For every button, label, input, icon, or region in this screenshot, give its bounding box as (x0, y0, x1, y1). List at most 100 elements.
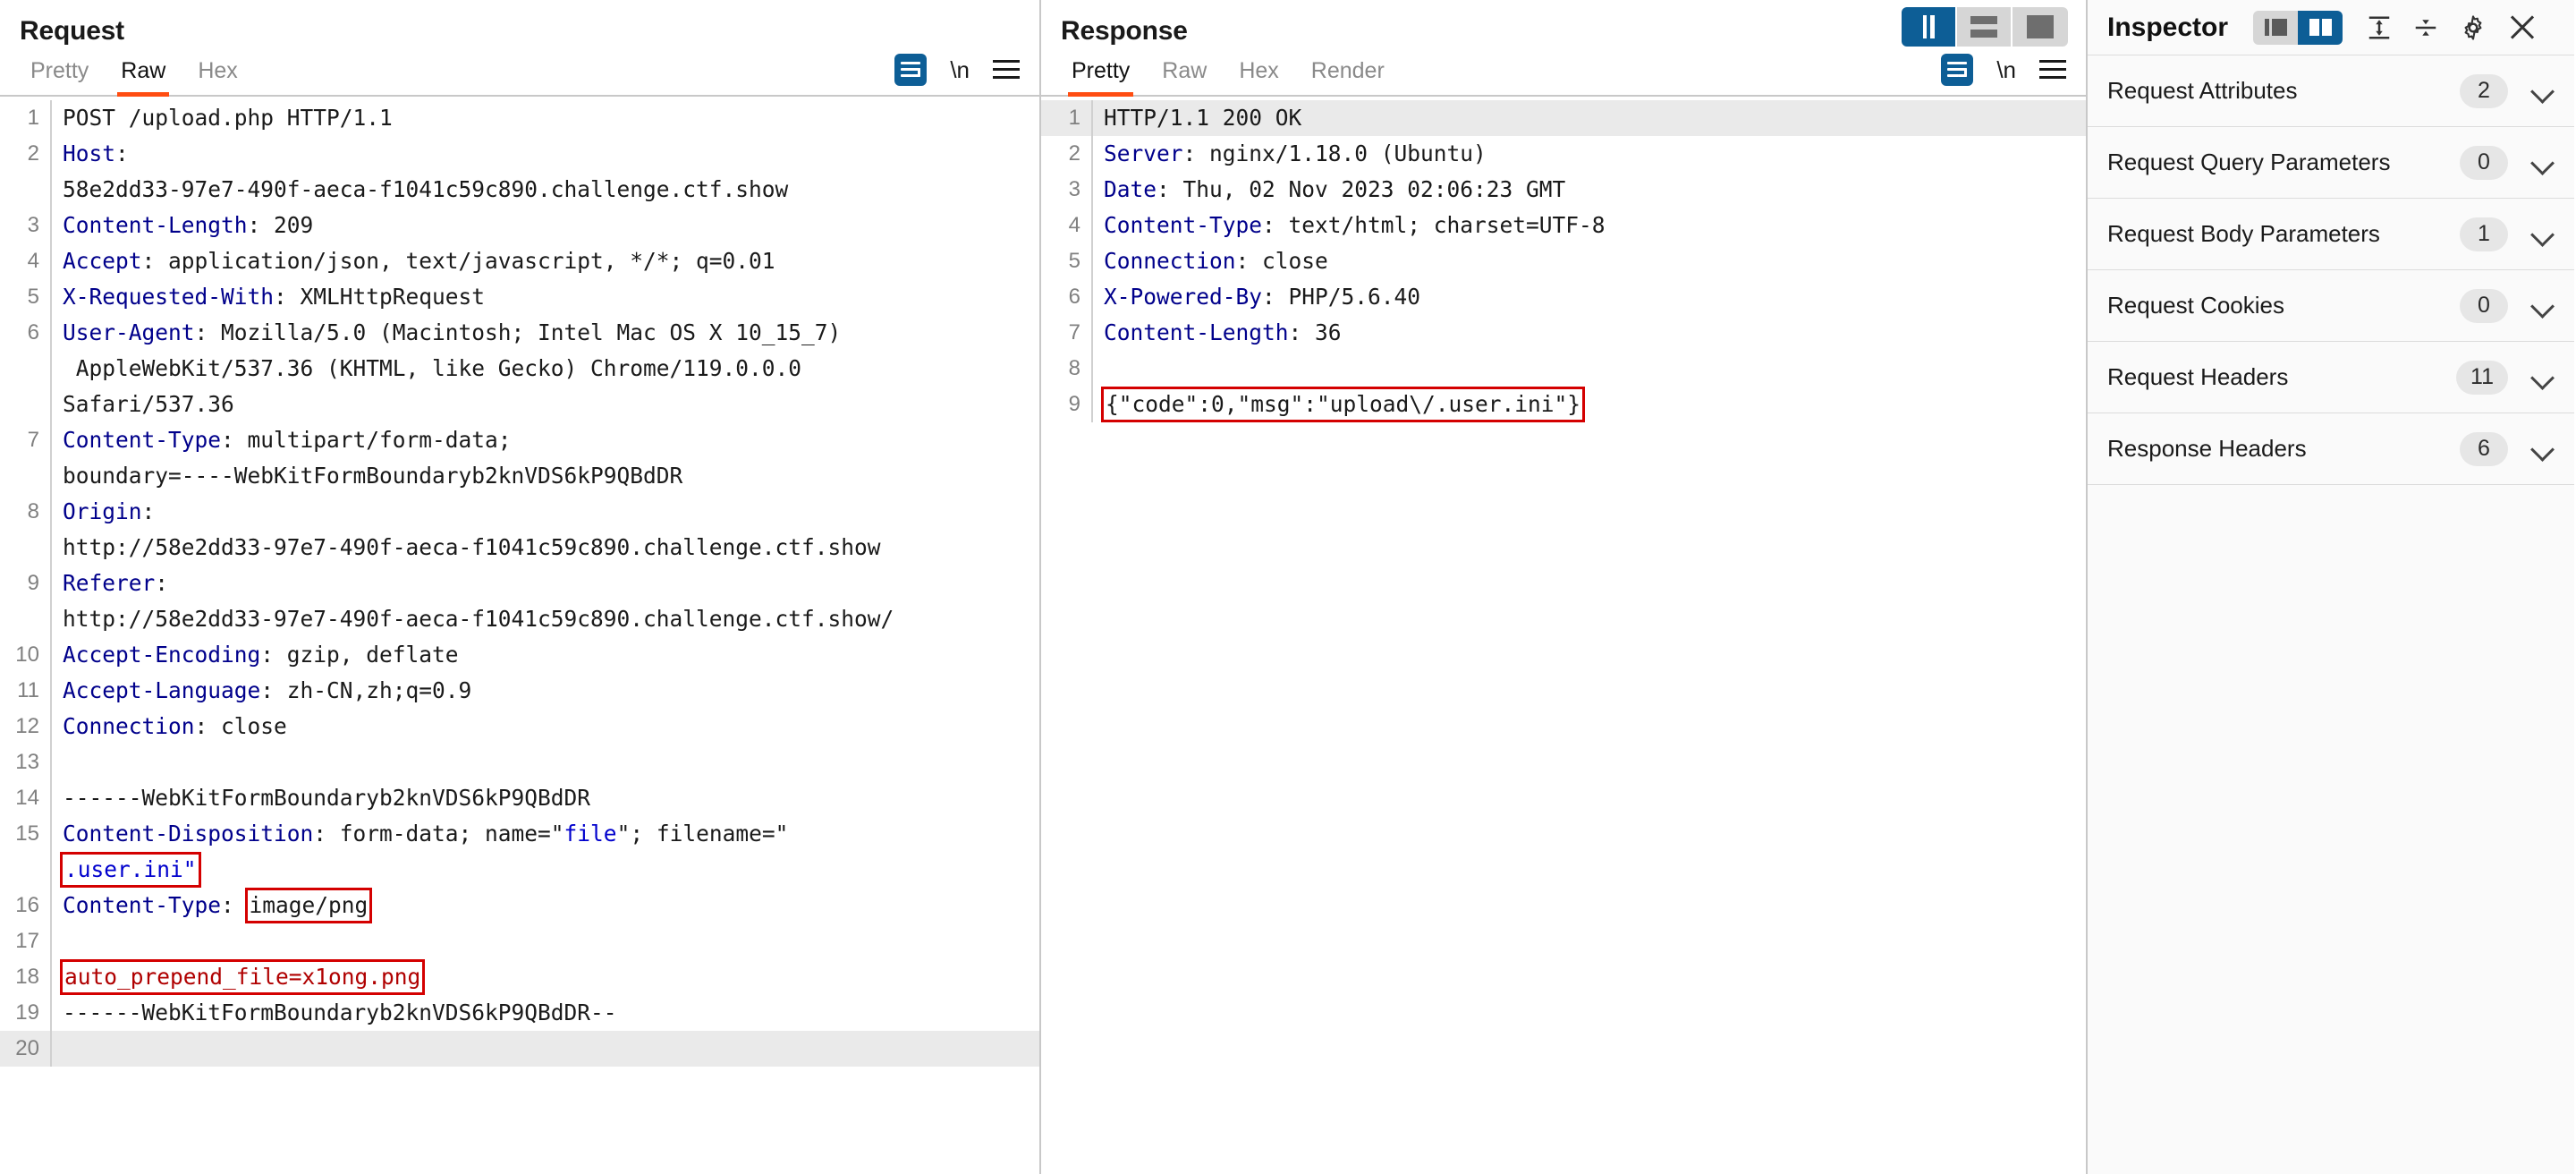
inspector-title: Inspector (2107, 12, 2229, 42)
code-text: Date: Thu, 02 Nov 2023 02:06:23 GMT (1091, 172, 2086, 208)
hamburger-menu-icon[interactable] (2039, 60, 2066, 80)
inspector-section-request-body-parameters[interactable]: Request Body Parameters 1 (2088, 199, 2574, 270)
request-tab-pretty[interactable]: Pretty (14, 58, 105, 95)
code-line: 5 Connection: close (1041, 243, 2086, 279)
inspector-layout-split-button[interactable] (2298, 10, 2343, 45)
code-line: 19 ------WebKitFormBoundaryb2knVDS6kP9QBd… (0, 995, 1039, 1031)
code-text: Content-Length: 36 (1091, 315, 2086, 351)
code-text: Content-Type: text/html; charset=UTF-8 (1091, 208, 2086, 243)
code-text: {"code":0,"msg":"upload\/.user.ini"} (1091, 387, 2086, 422)
line-number: 1 (27, 106, 39, 130)
inspector-section-response-headers[interactable]: Response Headers 6 (2088, 413, 2574, 485)
expand-all-icon[interactable] (2366, 14, 2393, 41)
inspector-section-request-cookies[interactable]: Request Cookies 0 (2088, 270, 2574, 342)
code-segment: Date (1104, 176, 1157, 202)
inspector-section-label: Response Headers (2107, 435, 2307, 462)
line-number: 7 (27, 428, 39, 452)
line-number: 5 (1068, 249, 1080, 273)
response-tab-pretty[interactable]: Pretty (1055, 58, 1146, 97)
highlight-box: image/png (244, 888, 373, 923)
newline-toggle-icon[interactable]: \n (950, 58, 970, 81)
code-segment: : 209 (247, 212, 314, 238)
request-tab-raw[interactable]: Raw (105, 58, 182, 97)
code-segment: Content-Type (63, 892, 222, 918)
code-text: Connection: close (50, 709, 1039, 744)
line-number: 3 (1068, 177, 1080, 201)
stacked-view-button[interactable] (1957, 7, 2012, 47)
line-number: 1 (1068, 106, 1080, 130)
settings-gear-icon[interactable] (2459, 13, 2487, 42)
code-text: HTTP/1.1 200 OK (1091, 100, 2086, 136)
request-tab-actions: \n (894, 54, 1020, 86)
line-number: 2 (27, 141, 39, 166)
code-line: 2 Host: 58e2dd33-97e7-490f-aeca-f1041c59c… (0, 136, 1039, 208)
line-number: 18 (15, 965, 39, 989)
line-number: 14 (15, 786, 39, 810)
response-body[interactable]: 1 HTTP/1.1 200 OK 2 Server: nginx/1.18.0 (U… (1041, 97, 2086, 1174)
line-number: 8 (27, 499, 39, 523)
line-number: 8 (1068, 356, 1080, 380)
inspector-section-request-query-parameters[interactable]: Request Query Parameters 0 (2088, 127, 2574, 199)
code-text: Content-Length: 209 (50, 208, 1039, 243)
inspector-section-count: 1 (2460, 217, 2508, 251)
code-segment: : form-data; name= (313, 821, 551, 846)
close-icon[interactable] (2507, 13, 2538, 43)
chevron-down-icon[interactable] (2531, 438, 2555, 461)
code-segment: Content-Type (63, 427, 222, 453)
code-line: 13 (0, 744, 1039, 780)
code-segment: : gzip, deflate (260, 642, 459, 668)
collapse-all-icon[interactable] (2412, 14, 2439, 41)
response-tab-raw[interactable]: Raw (1146, 58, 1223, 95)
inspector-sections: Request Attributes 2 Request Query Paramet… (2088, 55, 2574, 485)
word-wrap-icon[interactable] (1941, 54, 1974, 86)
code-segment: : Thu, 02 Nov 2023 02:06:23 GMT (1157, 176, 1566, 202)
request-panel: Request Pretty Raw Hex \n 1 POST /upload.ph… (0, 0, 1041, 1174)
code-text: ------WebKitFormBoundaryb2knVDS6kP9QBdDR… (50, 995, 1039, 1031)
code-segment: : PHP/5.6.40 (1262, 284, 1421, 310)
request-body[interactable]: 1 POST /upload.php HTTP/1.1 2 Host: 58e2dd3… (0, 97, 1039, 1174)
line-number: 4 (27, 249, 39, 273)
line-number: 10 (15, 642, 39, 667)
chevron-down-icon[interactable] (2531, 366, 2555, 389)
hamburger-menu-icon[interactable] (993, 60, 1020, 80)
inspector-layout-left-button[interactable] (2253, 10, 2299, 45)
response-tabstrip: Pretty Raw Hex Render \n (1041, 45, 2086, 97)
line-number: 6 (27, 320, 39, 345)
code-line: 7 Content-Type: multipart/form-data; boun… (0, 422, 1039, 494)
side-by-side-view-button[interactable] (1902, 7, 1957, 47)
inspector-section-request-attributes[interactable]: Request Attributes 2 (2088, 55, 2574, 127)
inspector-section-request-headers[interactable]: Request Headers 11 (2088, 342, 2574, 413)
response-tab-hex[interactable]: Hex (1223, 58, 1294, 95)
code-line: 3 Date: Thu, 02 Nov 2023 02:06:23 GMT (1041, 172, 2086, 208)
code-segment: ------WebKitFormBoundaryb2knVDS6kP9QBdDR (63, 785, 591, 811)
word-wrap-icon[interactable] (894, 54, 928, 86)
single-pane-view-button[interactable] (2012, 7, 2068, 47)
code-segment: Server (1104, 140, 1183, 166)
response-tab-render[interactable]: Render (1295, 58, 1401, 95)
code-segment: Content-Disposition (63, 821, 314, 846)
code-line: 17 (0, 923, 1039, 959)
request-tab-hex[interactable]: Hex (182, 58, 253, 95)
code-segment: : close (194, 713, 287, 739)
code-segment: : close (1235, 248, 1328, 274)
chevron-down-icon[interactable] (2531, 151, 2555, 174)
line-number: 16 (15, 893, 39, 917)
code-segment: : http://58e2dd33-97e7-490f-aeca-f1041c5… (63, 498, 881, 560)
burp-repeater-window: Request Pretty Raw Hex \n 1 POST /upload.ph… (0, 0, 2576, 1174)
code-segment: : (221, 892, 248, 918)
inspector-section-label: Request Body Parameters (2107, 220, 2380, 247)
newline-toggle-icon[interactable]: \n (1996, 58, 2016, 81)
inspector-header: Inspector (2088, 0, 2574, 55)
code-text: Connection: close (1091, 243, 2086, 279)
chevron-down-icon[interactable] (2531, 223, 2555, 246)
inspector-section-count: 6 (2460, 431, 2508, 466)
inspector-panel: Inspector Request Attributes 2 Request Q… (2088, 0, 2574, 1174)
code-segment: POST /upload.php HTTP/1.1 (63, 105, 393, 131)
response-view-toggles (1902, 7, 2068, 47)
code-line: 7 Content-Length: 36 (1041, 315, 2086, 351)
chevron-down-icon[interactable] (2531, 294, 2555, 318)
chevron-down-icon[interactable] (2531, 80, 2555, 103)
code-line: 14 ------WebKitFormBoundaryb2knVDS6kP9QBd… (0, 780, 1039, 816)
code-line: 6 X-Powered-By: PHP/5.6.40 (1041, 279, 2086, 315)
code-line: 1 POST /upload.php HTTP/1.1 (0, 100, 1039, 136)
